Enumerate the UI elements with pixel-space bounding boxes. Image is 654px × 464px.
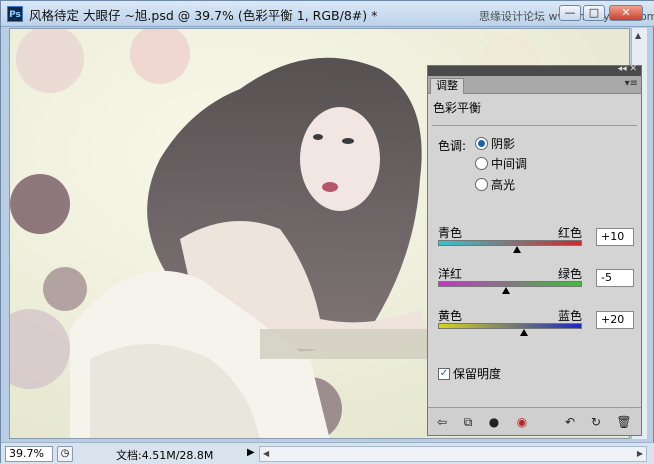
zoom-level-input[interactable]: 39.7%: [5, 446, 53, 462]
title-bar: Ps 风格待定 大眼仔 ~旭.psd @ 39.7% (色彩平衡 1, RGB/…: [1, 1, 654, 27]
scroll-right-icon[interactable]: ▶: [637, 449, 643, 458]
photoshop-app-icon: Ps: [7, 6, 23, 22]
panel-footer: ⇦ ⧉ ● ◉ ↶ ↻ 🗑: [428, 407, 641, 435]
preserve-luminosity-checkbox[interactable]: ✓ 保留明度: [438, 365, 501, 382]
slider-track[interactable]: [438, 240, 582, 246]
radio-label: 中间调: [491, 156, 528, 171]
checkbox-label: 保留明度: [453, 367, 502, 381]
status-menu-arrow-icon[interactable]: ▶: [247, 447, 255, 458]
tone-radio-highlights[interactable]: 高光: [475, 175, 515, 193]
radio-label: 高光: [491, 177, 516, 192]
reset-icon[interactable]: ↻: [588, 414, 604, 430]
tone-label: 色调:: [438, 139, 467, 153]
slider-left-label: 洋红: [438, 267, 463, 281]
cyan-red-slider: 青色 红色 +10: [438, 224, 638, 264]
radio-button[interactable]: [475, 136, 488, 150]
slider-right-label: 绿色: [558, 267, 583, 281]
slider-value-input[interactable]: -5: [596, 269, 634, 287]
previous-state-icon[interactable]: ↶: [562, 414, 578, 430]
slider-value-input[interactable]: +20: [596, 311, 634, 329]
slider-right-label: 蓝色: [558, 309, 583, 323]
document-title: 风格待定 大眼仔 ~旭.psd @ 39.7% (色彩平衡 1, RGB/8#)…: [29, 8, 378, 23]
maximize-button[interactable]: □: [583, 5, 605, 21]
scroll-left-icon[interactable]: ◀: [263, 449, 269, 458]
radio-label: 阴影: [491, 136, 516, 151]
adjustments-panel: ◂◂ ✕ 调整 ▾≡ 色彩平衡 色调: 阴影 中间调 高光 青色 红色 +10: [427, 64, 642, 436]
visibility-eye-icon[interactable]: ◉: [514, 414, 530, 430]
slider-thumb[interactable]: [513, 246, 522, 253]
clip-layer-icon[interactable]: ●: [486, 414, 502, 430]
slider-left-label: 青色: [438, 226, 463, 240]
yellow-blue-slider: 黄色 蓝色 +20: [438, 307, 638, 347]
radio-button[interactable]: [475, 156, 488, 170]
tone-radio-shadows[interactable]: 阴影: [475, 134, 515, 152]
expand-view-icon[interactable]: ⧉: [460, 414, 476, 430]
status-bar: 39.7% ◷ 文档:4.51M/28.8M ▶ ◀ ▶: [1, 442, 654, 464]
scroll-up-icon[interactable]: ▲: [635, 31, 641, 40]
collapse-panel-icon[interactable]: ◂◂ ✕: [618, 64, 637, 74]
slider-thumb[interactable]: [520, 329, 529, 336]
checkbox[interactable]: ✓: [438, 367, 450, 380]
minimize-button[interactable]: —: [559, 5, 581, 21]
status-options-icon[interactable]: ◷: [57, 446, 73, 462]
panel-heading: 色彩平衡: [433, 101, 482, 115]
panel-tab-bar: 调整 ▾≡: [428, 76, 641, 94]
document-size-info: 文档:4.51M/28.8M: [116, 449, 214, 462]
divider: [432, 125, 637, 126]
panel-menu-icon[interactable]: ▾≡: [625, 78, 638, 89]
panel-header-strip: ◂◂ ✕: [428, 64, 641, 76]
slider-thumb[interactable]: [502, 287, 511, 294]
slider-left-label: 黄色: [438, 309, 463, 323]
slider-value-input[interactable]: +10: [596, 228, 634, 246]
horizontal-scrollbar[interactable]: ◀ ▶: [259, 446, 647, 462]
tone-radio-midtones[interactable]: 中间调: [475, 154, 527, 172]
close-button[interactable]: ✕: [609, 5, 643, 21]
slider-track[interactable]: [438, 323, 582, 329]
magenta-green-slider: 洋红 绿色 -5: [438, 265, 638, 305]
trash-icon[interactable]: 🗑: [616, 414, 632, 430]
slider-right-label: 红色: [558, 226, 583, 240]
tab-adjustments[interactable]: 调整: [430, 78, 464, 94]
back-arrow-icon[interactable]: ⇦: [434, 414, 450, 430]
photoshop-window: Ps 风格待定 大眼仔 ~旭.psd @ 39.7% (色彩平衡 1, RGB/…: [0, 0, 654, 464]
radio-button[interactable]: [475, 177, 488, 191]
